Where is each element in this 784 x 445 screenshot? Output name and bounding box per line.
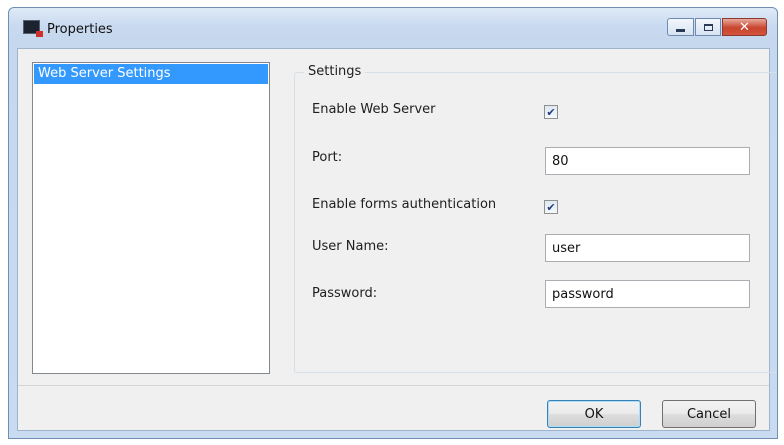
port-input[interactable] xyxy=(545,147,750,175)
checkmark-icon: ✔ xyxy=(546,200,556,214)
close-button[interactable]: ✕ xyxy=(722,18,767,36)
user-name-label: User Name: xyxy=(312,239,389,254)
user-name-input[interactable] xyxy=(545,234,750,262)
port-label: Port: xyxy=(312,150,343,165)
settings-group-box xyxy=(294,72,776,373)
settings-category-list[interactable]: Web Server Settings xyxy=(32,62,270,374)
window-title: Properties xyxy=(47,22,113,37)
ok-button[interactable]: OK xyxy=(547,400,641,428)
enable-web-server-checkbox[interactable]: ✔ xyxy=(544,105,558,119)
minimize-button[interactable] xyxy=(667,18,694,36)
checkmark-icon: ✔ xyxy=(546,105,556,119)
title-bar[interactable]: Properties ✕ xyxy=(9,8,777,48)
properties-window: Properties ✕ Web Server Settings Setting… xyxy=(8,7,778,439)
enable-forms-auth-label: Enable forms authentication xyxy=(312,197,497,212)
password-label: Password: xyxy=(312,286,378,301)
caption-buttons: ✕ xyxy=(667,18,767,36)
button-bar-separator xyxy=(18,385,769,386)
close-icon: ✕ xyxy=(739,19,750,35)
cancel-button[interactable]: Cancel xyxy=(662,400,756,428)
list-item-web-server-settings[interactable]: Web Server Settings xyxy=(34,64,268,84)
app-window-icon xyxy=(23,20,43,37)
dialog-client-area: Web Server Settings Settings Enable Web … xyxy=(17,48,776,431)
maximize-button[interactable] xyxy=(695,18,721,36)
settings-group-title: Settings xyxy=(304,64,366,79)
maximize-icon xyxy=(703,23,713,31)
password-input[interactable] xyxy=(545,280,750,308)
enable-forms-auth-checkbox[interactable]: ✔ xyxy=(544,200,558,214)
minimize-icon xyxy=(676,28,685,32)
enable-web-server-label: Enable Web Server xyxy=(312,102,436,117)
